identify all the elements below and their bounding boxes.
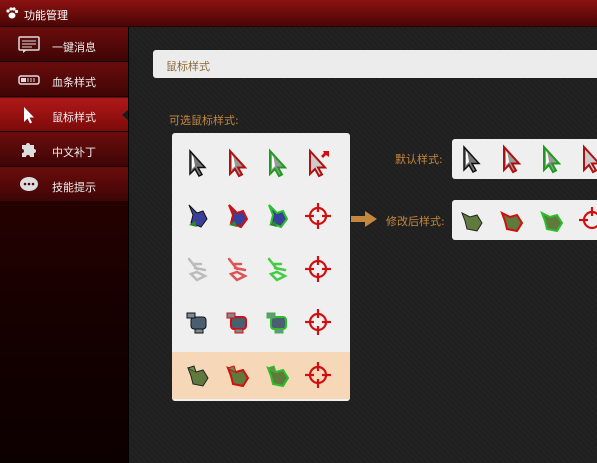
- crosshair-target-icon[interactable]: [303, 201, 333, 231]
- cursor-row-orc-hand-selected[interactable]: [172, 352, 350, 399]
- sidebar-item-skill-tips[interactable]: 技能提示: [0, 167, 128, 202]
- arrow-cursor-green-icon: [537, 144, 567, 174]
- cursor-row-blue-gauntlet[interactable]: [172, 193, 350, 240]
- modified-style-preview: [452, 200, 597, 240]
- crosshair-target-icon[interactable]: [303, 360, 333, 390]
- skeleton-hand-default-icon[interactable]: [183, 254, 213, 284]
- message-icon: [18, 36, 40, 53]
- crosshair-target-icon[interactable]: [303, 254, 333, 284]
- sidebar: 一键消息 血条样式 鼠标样式 中文补丁 技能提示: [0, 27, 129, 463]
- orc-hand-green-icon[interactable]: [263, 360, 293, 390]
- default-style-label: 默认样式:: [395, 153, 443, 166]
- arrow-cursor-red-icon[interactable]: [223, 148, 253, 178]
- title-bar: 功能管理: [0, 0, 597, 27]
- tip-bubble-icon: [20, 177, 38, 191]
- crosshair-target-icon[interactable]: [303, 307, 333, 337]
- blue-gauntlet-default-icon[interactable]: [183, 201, 213, 231]
- sidebar-item-label: 一键消息: [52, 41, 96, 54]
- sidebar-item-chinese-patch[interactable]: 中文补丁: [0, 132, 128, 167]
- health-bar-icon: [18, 75, 40, 85]
- cursor-grid: [172, 133, 350, 401]
- mech-hand-default-icon[interactable]: [183, 307, 213, 337]
- arrow-cursor-red-icon: [497, 144, 527, 174]
- arrow-cursor-attack-icon[interactable]: [303, 148, 333, 178]
- blue-gauntlet-red-icon[interactable]: [223, 201, 253, 231]
- sidebar-item-label: 血条样式: [52, 76, 96, 89]
- orc-hand-red-icon[interactable]: [223, 360, 253, 390]
- page-title: 鼠标样式: [166, 60, 210, 73]
- arrow-cursor-default-icon[interactable]: [183, 148, 213, 178]
- window-title: 功能管理: [24, 9, 68, 22]
- arrow-right-icon: [351, 211, 377, 227]
- cursor-row-arrow[interactable]: [172, 140, 350, 187]
- orc-hand-red-icon: [497, 205, 527, 235]
- paw-icon: [6, 7, 19, 19]
- mech-hand-green-icon[interactable]: [263, 307, 293, 337]
- section-heading: 鼠标样式: [153, 50, 597, 78]
- cursor-row-skeleton-hand[interactable]: [172, 246, 350, 293]
- sidebar-item-label: 鼠标样式: [52, 111, 96, 124]
- blue-gauntlet-green-icon[interactable]: [263, 201, 293, 231]
- sidebar-item-health-bar[interactable]: 血条样式: [0, 62, 128, 97]
- available-styles-label: 可选鼠标样式:: [169, 114, 239, 127]
- modified-style-label: 修改后样式:: [386, 215, 445, 228]
- sidebar-item-label: 技能提示: [52, 181, 96, 194]
- sidebar-item-cursor-style[interactable]: 鼠标样式: [0, 97, 128, 132]
- orc-hand-green-icon: [537, 205, 567, 235]
- orc-hand-default-icon[interactable]: [183, 360, 213, 390]
- arrow-cursor-default-icon: [457, 144, 487, 174]
- skeleton-hand-red-icon[interactable]: [223, 254, 253, 284]
- sidebar-item-label: 中文补丁: [52, 146, 96, 159]
- main-panel: 鼠标样式 可选鼠标样式: 默认样式: 修改后样式:: [129, 27, 597, 463]
- puzzle-icon: [22, 143, 36, 157]
- arrow-cursor-green-icon[interactable]: [263, 148, 293, 178]
- arrow-cursor-attack-icon: [577, 144, 597, 174]
- mech-hand-red-icon[interactable]: [223, 307, 253, 337]
- cursor-row-mech-hand[interactable]: [172, 299, 350, 346]
- orc-hand-default-icon: [457, 205, 487, 235]
- sidebar-item-quick-message[interactable]: 一键消息: [0, 27, 128, 62]
- skeleton-hand-green-icon[interactable]: [263, 254, 293, 284]
- default-style-preview: [452, 139, 597, 179]
- cursor-icon: [24, 107, 34, 124]
- crosshair-target-icon: [577, 205, 597, 235]
